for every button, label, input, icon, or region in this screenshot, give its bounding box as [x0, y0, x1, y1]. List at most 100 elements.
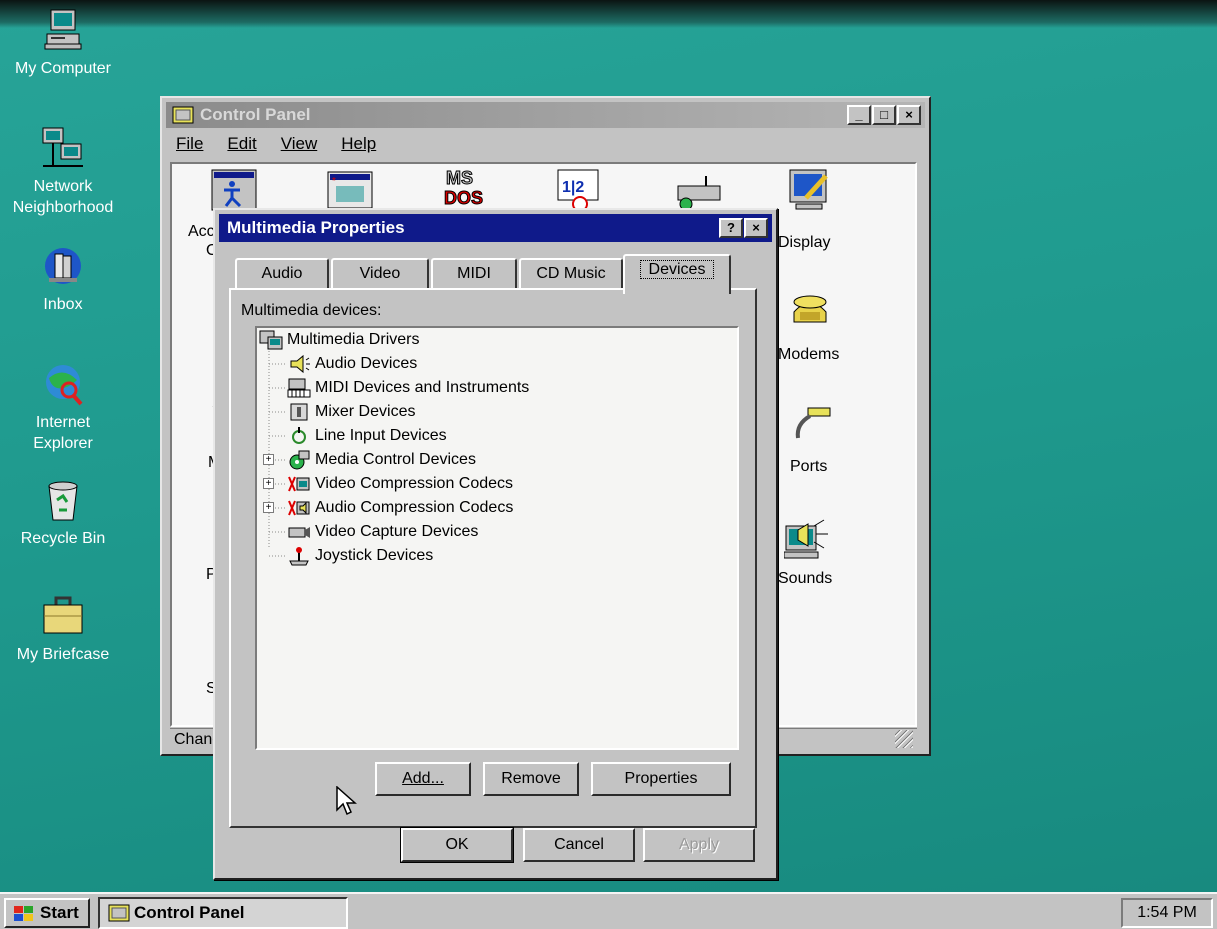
desktop-icon-my-computer[interactable]: My Computer: [0, 6, 126, 79]
tree-item-video-compression-codecs[interactable]: Video Compression Codecs: [287, 472, 513, 496]
ms-dos-icon[interactable]: MS DOS: [442, 166, 490, 210]
start-label: Start: [40, 903, 79, 922]
accessibility-options-icon[interactable]: [210, 168, 258, 212]
apply-button[interactable]: Apply: [643, 828, 755, 862]
add-button-label: Add...: [402, 770, 444, 787]
desktop-icon-inbox[interactable]: Inbox: [0, 242, 126, 315]
svg-text:MS: MS: [446, 168, 473, 188]
ports-icon[interactable]: [786, 404, 834, 444]
recycle-bin-label: Recycle Bin: [20, 530, 106, 547]
cancel-button[interactable]: Cancel: [523, 828, 635, 862]
desktop-themes-icon[interactable]: [672, 172, 726, 212]
cancel-button-label: Cancel: [554, 836, 604, 853]
my-briefcase-label: My Briefcase: [16, 646, 110, 663]
joystick-icon: [289, 547, 309, 566]
minimize-button[interactable]: _: [847, 105, 871, 125]
svg-text:DOS: DOS: [444, 188, 483, 208]
svg-text:1|2: 1|2: [562, 179, 584, 196]
tab-midi[interactable]: MIDI: [431, 258, 517, 290]
tree-item-audio-devices[interactable]: Audio Devices: [287, 352, 417, 376]
dialog-title: Multimedia Properties: [227, 218, 405, 237]
device-tree[interactable]: Multimedia Drivers Audio Devices MIDI De…: [255, 326, 739, 750]
display-icon[interactable]: [786, 168, 834, 212]
my-computer-label: My Computer: [14, 60, 112, 77]
tree-item-midi-devices[interactable]: MIDI Devices and Instruments: [287, 376, 529, 400]
network-neighborhood-icon: [42, 127, 83, 167]
menu-bar: File Edit View Help: [172, 134, 380, 158]
tree-root-multimedia-drivers[interactable]: Multimedia Drivers: [259, 328, 419, 352]
screen-top-edge: [0, 0, 1217, 28]
tree-item-audio-compression-codecs[interactable]: Audio Compression Codecs: [287, 496, 513, 520]
tab-devices[interactable]: Devices: [623, 254, 731, 294]
tree-item-label: Joystick Devices: [315, 547, 434, 564]
close-button[interactable]: ×: [897, 105, 921, 125]
properties-button[interactable]: Properties: [591, 762, 731, 796]
tree-item-label: Audio Compression Codecs: [315, 499, 514, 516]
dialog-close-button[interactable]: ×: [744, 218, 768, 238]
windows-logo-icon: [14, 906, 33, 921]
tab-cd-music[interactable]: CD Music: [519, 258, 623, 290]
multimedia-properties-dialog[interactable]: Multimedia Properties ? × Audio Video MI…: [213, 208, 778, 880]
control-panel-icon: [172, 106, 194, 124]
my-computer-icon: [44, 9, 82, 50]
date-time-icon[interactable]: 1|2: [556, 168, 604, 212]
tree-item-label: Audio Devices: [315, 355, 418, 372]
tree-item-mixer-devices[interactable]: Mixer Devices: [287, 400, 415, 424]
recycle-bin-icon: [48, 481, 78, 521]
ports-label: Ports: [790, 458, 828, 475]
menu-edit[interactable]: Edit: [223, 134, 260, 158]
tree-item-label: MIDI Devices and Instruments: [315, 379, 530, 396]
desktop-icon-recycle-bin[interactable]: Recycle Bin: [0, 476, 126, 549]
tab-video[interactable]: Video: [331, 258, 429, 290]
maximize-button[interactable]: □: [872, 105, 896, 125]
desktop-icon-internet-explorer[interactable]: Internet Explorer: [0, 360, 126, 454]
media-control-icon: [289, 450, 310, 470]
tab-audio[interactable]: Audio: [235, 258, 329, 290]
network-neighborhood-label-line2: Neighborhood: [12, 199, 114, 216]
sounds-icon[interactable]: [784, 516, 832, 560]
network-neighborhood-label-line1: Network: [33, 178, 93, 195]
add-button[interactable]: Add...: [375, 762, 471, 796]
expand-audio-compression-codecs[interactable]: +: [263, 502, 274, 513]
tree-item-line-input-devices[interactable]: Line Input Devices: [287, 424, 447, 448]
inbox-icon: [45, 248, 81, 284]
properties-button-label: Properties: [624, 770, 698, 787]
control-panel-titlebar[interactable]: Control Panel _ □ ×: [166, 102, 925, 128]
system-tray-clock[interactable]: 1:54 PM: [1121, 898, 1213, 928]
expand-media-control-devices[interactable]: +: [263, 454, 274, 465]
menu-view[interactable]: View: [277, 134, 322, 158]
start-button[interactable]: Start: [4, 898, 90, 928]
remove-button-label: Remove: [501, 770, 561, 787]
mixer-icon: [290, 403, 308, 421]
clock-text: 1:54 PM: [1137, 904, 1197, 921]
desktop-icon-network-neighborhood[interactable]: Network Neighborhood: [0, 124, 126, 218]
inbox-label: Inbox: [43, 296, 83, 313]
dialog-titlebar[interactable]: Multimedia Properties ? ×: [219, 214, 772, 242]
menu-help[interactable]: Help: [337, 134, 380, 158]
taskbar: Start Control Panel 1:54 PM: [0, 892, 1217, 929]
add-new-hardware-icon[interactable]: *: [326, 168, 374, 212]
tree-item-label: Line Input Devices: [315, 427, 447, 444]
taskbar-button-control-panel[interactable]: Control Panel: [98, 897, 348, 929]
ok-button[interactable]: OK: [400, 827, 514, 863]
expand-video-compression-codecs[interactable]: +: [263, 478, 274, 489]
tree-root-label: Multimedia Drivers: [287, 331, 420, 348]
tree-item-video-capture-devices[interactable]: Video Capture Devices: [287, 520, 478, 544]
remove-button[interactable]: Remove: [483, 762, 579, 796]
tree-item-label: Video Compression Codecs: [315, 475, 514, 492]
control-panel-title: Control Panel: [200, 105, 311, 124]
display-label: Display: [778, 234, 831, 251]
internet-explorer-icon: [46, 365, 83, 406]
ok-button-label: OK: [445, 836, 469, 853]
desktop-icon-my-briefcase[interactable]: My Briefcase: [0, 592, 126, 665]
tree-item-media-control-devices[interactable]: Media Control Devices: [287, 448, 476, 472]
tree-item-label: Video Capture Devices: [315, 523, 479, 540]
modems-label: Modems: [778, 346, 840, 363]
menu-file[interactable]: File: [172, 134, 207, 158]
tree-item-joystick-devices[interactable]: Joystick Devices: [287, 544, 433, 568]
modems-icon[interactable]: [786, 290, 834, 334]
briefcase-icon: [43, 596, 83, 634]
resize-grip[interactable]: [895, 730, 913, 748]
speaker-icon: [290, 354, 310, 374]
help-button[interactable]: ?: [719, 218, 743, 238]
